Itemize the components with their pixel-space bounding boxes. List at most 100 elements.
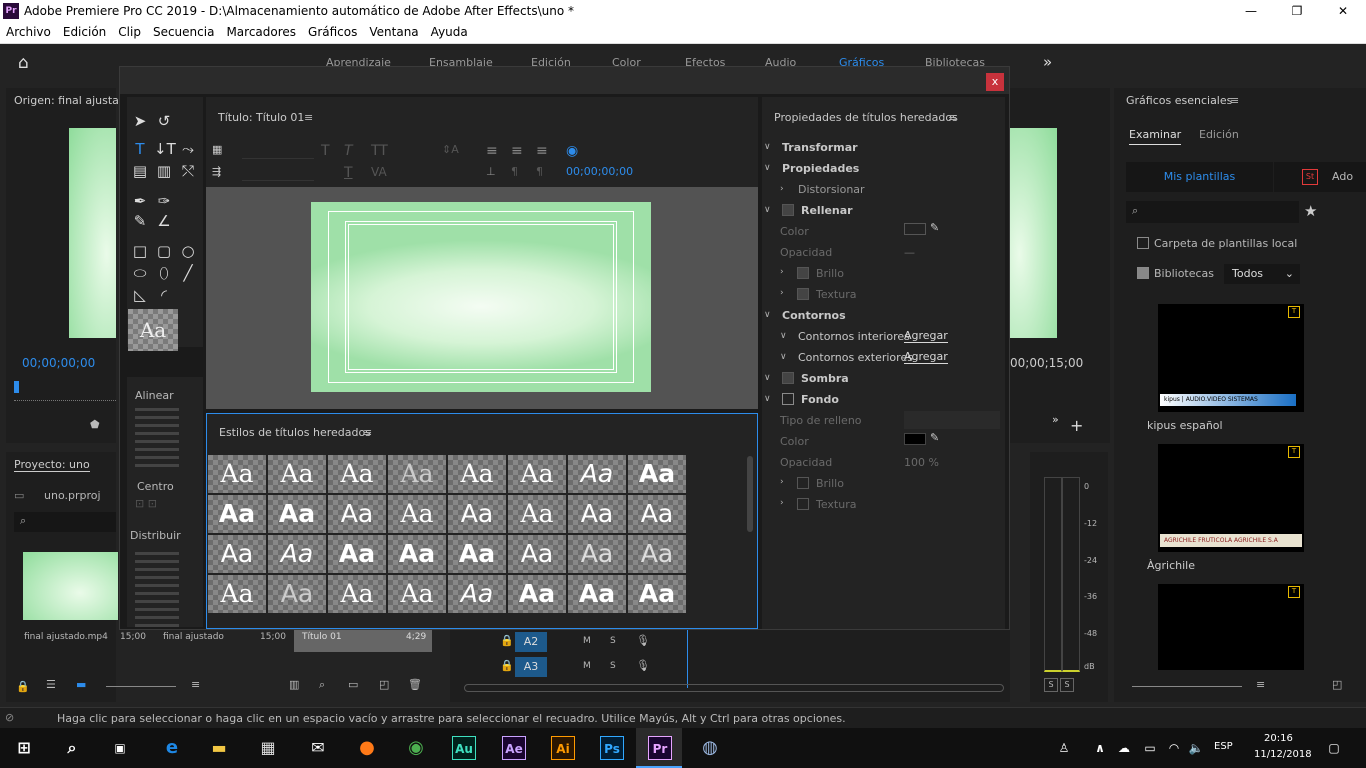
prop-distorsionar[interactable]: Distorsionar (798, 183, 865, 196)
align-left-icon[interactable]: ≡ (486, 143, 498, 159)
menu-ayuda[interactable]: Ayuda (425, 22, 474, 39)
cinema-icon[interactable]: ◍ (698, 736, 722, 760)
styles-scrollbar[interactable] (747, 456, 753, 532)
solo-right-button[interactable]: S (1060, 678, 1074, 692)
notifications-icon[interactable]: ▢ (1322, 736, 1346, 760)
font-family-select[interactable] (242, 141, 314, 159)
my-templates-tab[interactable]: Mis plantillas (1126, 162, 1273, 192)
chevron-down-icon[interactable]: ∨ (780, 352, 787, 362)
brillo2-checkbox[interactable] (797, 477, 809, 489)
style-swatch[interactable]: Aa (628, 535, 686, 573)
chevron-down-icon[interactable]: ∨ (764, 310, 771, 320)
windows-start-icon[interactable]: ⊞ (12, 736, 36, 760)
tab-stops-icon[interactable]: ⇶ (212, 165, 221, 178)
style-swatch[interactable]: Aa (568, 455, 626, 493)
arc-tool-icon[interactable]: ◜ (154, 285, 174, 305)
fill-color-swatch[interactable] (904, 223, 926, 235)
project-item-name[interactable]: final ajustado.mp4 (24, 632, 108, 642)
chevron-right-icon[interactable]: › (780, 184, 784, 194)
chevron-down-icon[interactable]: ∨ (764, 142, 771, 152)
panel-menu-icon[interactable]: ≡ (363, 426, 372, 439)
chrome-icon[interactable]: ◉ (404, 736, 428, 760)
rellenar-checkbox[interactable] (782, 204, 794, 216)
prop-opacidad-value[interactable]: — (904, 246, 915, 259)
battery-icon[interactable]: ▭ (1138, 736, 1162, 760)
star-icon[interactable]: ★ (1304, 202, 1317, 220)
track-label[interactable]: A2 (515, 632, 547, 652)
section-fondo[interactable]: Fondo (801, 393, 839, 406)
add-outer-stroke-link[interactable]: Agregar (904, 350, 948, 364)
menu-secuencia[interactable]: Secuencia (147, 22, 220, 39)
wedge-tool-icon[interactable]: ◺ (130, 285, 150, 305)
marker-icon[interactable]: ⬟ (90, 418, 100, 431)
font-size-icon[interactable]: TT (371, 143, 388, 159)
selection-tool-icon[interactable]: ➤ (130, 111, 150, 131)
distribute-buttons[interactable] (135, 547, 179, 627)
section-transformar[interactable]: Transformar (782, 141, 858, 154)
baseline-icon[interactable]: ⊥ (486, 165, 496, 178)
sort-icon[interactable]: ≡ (191, 678, 200, 691)
style-swatch[interactable]: Aa (568, 535, 626, 573)
leading-icon[interactable]: ⇕A (442, 143, 459, 156)
menu-ventana[interactable]: Ventana (363, 22, 424, 39)
style-swatch[interactable]: Aa (328, 495, 386, 533)
center-buttons-icon[interactable]: ⊡ ⊡ (135, 497, 157, 510)
add-inner-stroke-link[interactable]: Agregar (904, 329, 948, 343)
adobe-stock-tab[interactable]: St Ado (1274, 162, 1366, 192)
libraries-checkbox[interactable] (1137, 267, 1149, 279)
lock-icon[interactable]: 🔒 (500, 659, 514, 672)
line-tool-icon[interactable]: ╱ (178, 263, 198, 283)
template-thumbnail[interactable]: T kipus | AUDIO.VIDEO SISTEMAS (1158, 304, 1304, 412)
titulo-01-item[interactable]: Título 01 4;29 (294, 628, 432, 652)
add-button-icon[interactable]: + (1070, 416, 1083, 435)
style-swatch[interactable]: Aa (208, 455, 266, 493)
italic-icon[interactable]: T (344, 143, 353, 159)
style-swatch[interactable]: Aa (268, 575, 326, 613)
paragraph-icon[interactable]: ¶ (536, 165, 543, 178)
minimize-button[interactable]: — (1228, 0, 1274, 22)
source-ruler[interactable] (14, 395, 116, 401)
kerning-icon[interactable]: VA (371, 165, 387, 179)
vertical-type-tool-icon[interactable]: ↓T (154, 139, 176, 159)
align-center-icon[interactable]: ≡ (511, 143, 523, 159)
menu-graficos[interactable]: Gráficos (302, 22, 363, 39)
template-thumbnail[interactable]: T (1158, 584, 1304, 670)
underline-icon[interactable]: T (344, 165, 353, 181)
task-view-icon[interactable]: ▣ (108, 736, 132, 760)
project-thumbnail[interactable] (23, 552, 118, 620)
mute-button[interactable]: M (583, 636, 591, 646)
wifi-icon[interactable]: ◠ (1162, 736, 1186, 760)
new-bin-icon[interactable]: ▭ (348, 678, 358, 691)
style-swatch[interactable]: Aa (448, 455, 506, 493)
style-swatch[interactable]: Aa (328, 575, 386, 613)
premiere-icon[interactable]: Pr (648, 736, 672, 760)
add-anchor-tool-icon[interactable]: ✎ (130, 211, 150, 231)
style-swatch[interactable]: Aa (268, 455, 326, 493)
chevron-down-icon[interactable]: ∨ (764, 373, 771, 383)
rectangle-tool-icon[interactable]: □ (130, 241, 150, 261)
project-search-input[interactable]: ⌕ (14, 512, 116, 532)
onedrive-icon[interactable]: ☁ (1112, 736, 1136, 760)
mute-button[interactable]: M (583, 661, 591, 671)
source-timecode[interactable]: 00;00;00;00 (22, 356, 95, 370)
local-folder-checkbox[interactable] (1137, 237, 1149, 249)
solo-button[interactable]: S (610, 661, 616, 671)
show-background-video-icon[interactable]: ◉ (566, 143, 578, 159)
type-tool-icon[interactable]: T (130, 139, 150, 159)
style-swatch[interactable]: Aa (508, 455, 566, 493)
photoshop-icon[interactable]: Ps (600, 736, 624, 760)
timeline-scrollbar[interactable] (464, 684, 1004, 692)
list-view-icon[interactable]: ☰ (46, 678, 56, 691)
store-icon[interactable]: ▦ (256, 736, 280, 760)
background-color-swatch[interactable] (904, 433, 926, 445)
area-type-tool-icon[interactable]: ▤ (130, 161, 150, 181)
new-title-icon[interactable]: ▦ (212, 143, 222, 156)
tab-examinar[interactable]: Examinar (1129, 128, 1182, 145)
solo-button[interactable]: S (610, 636, 616, 646)
align-buttons[interactable] (135, 407, 179, 467)
zoom-slider[interactable] (106, 686, 176, 687)
solo-left-button[interactable]: S (1044, 678, 1058, 692)
font-style-select[interactable] (242, 163, 314, 181)
track-a3[interactable]: 🔒 A3 M S 🎙 (450, 655, 688, 679)
bold-icon[interactable]: T (321, 143, 330, 159)
